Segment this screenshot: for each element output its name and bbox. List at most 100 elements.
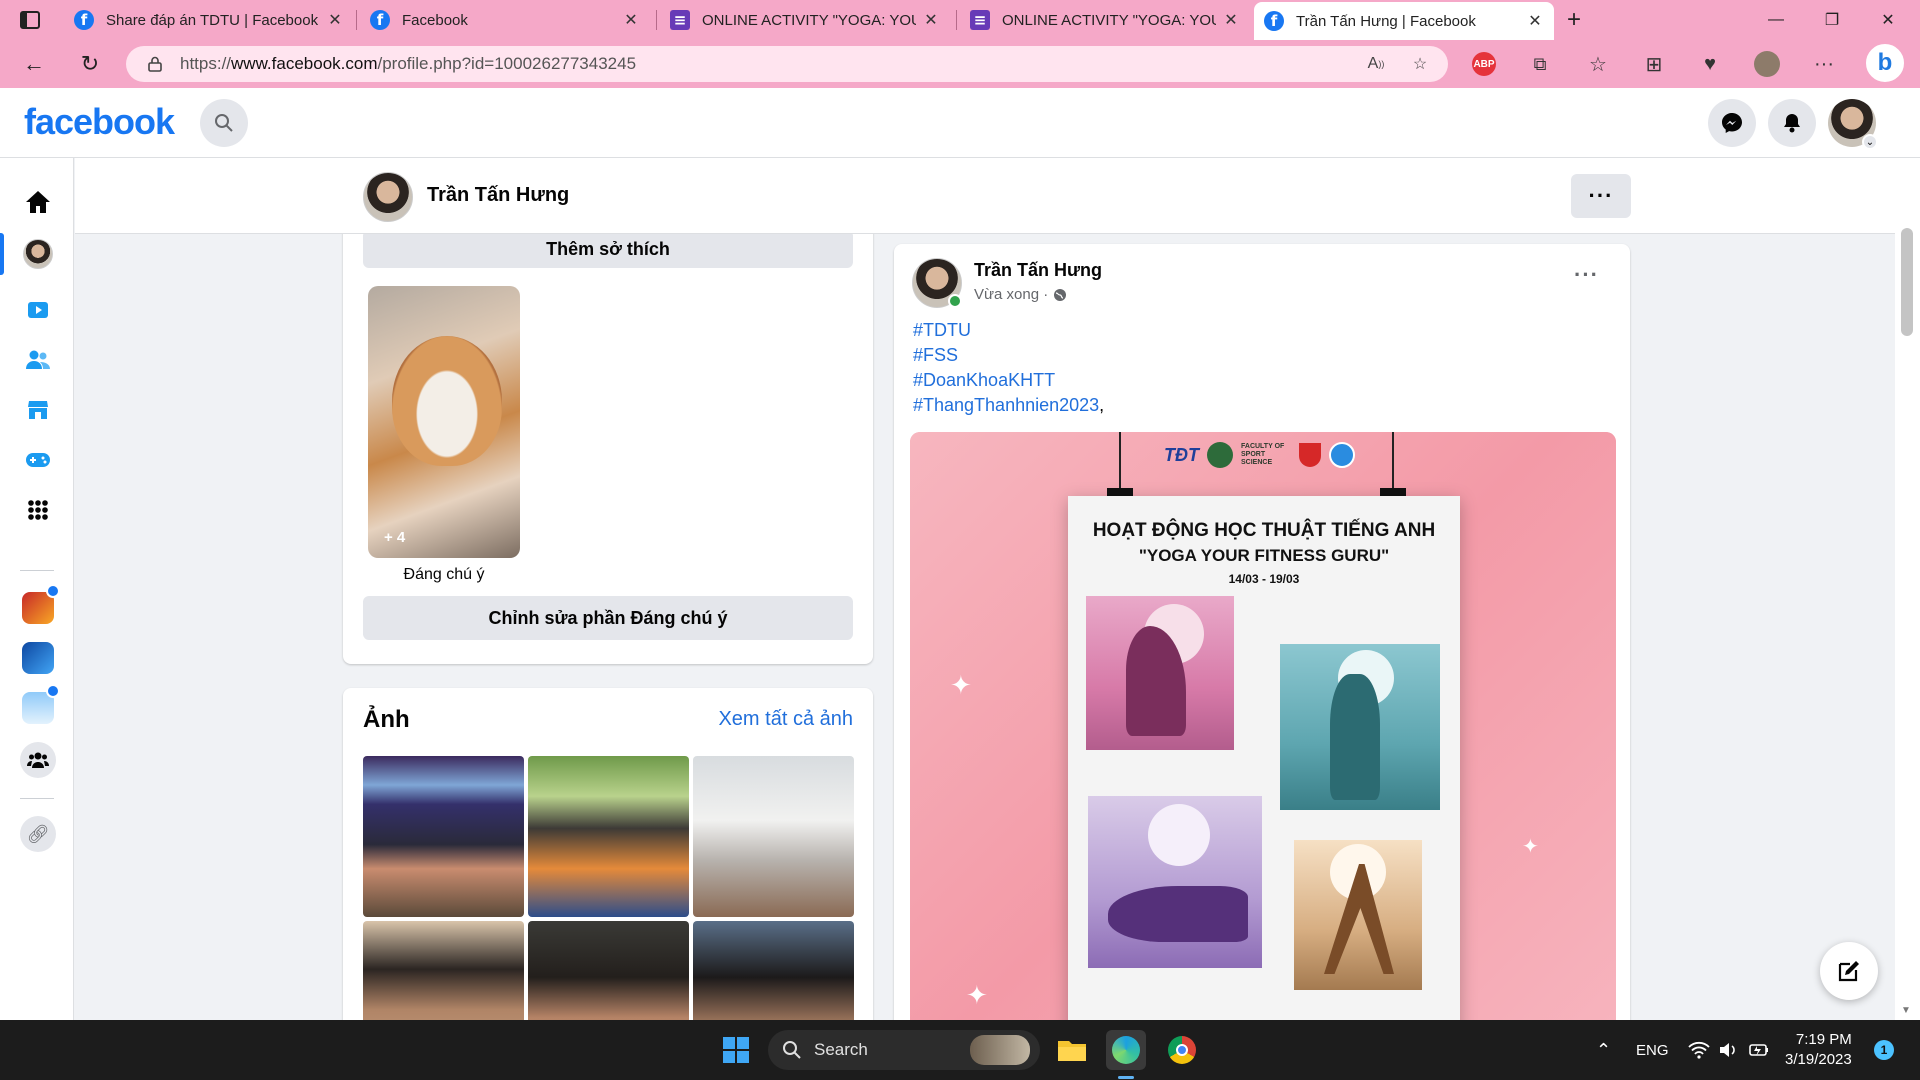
groups-icon-circle [20,742,56,778]
tab-title: ONLINE ACTIVITY "YOGA: YOUR [1002,11,1216,29]
post-author-name[interactable]: Trần Tấn Hưng [974,260,1102,281]
featured-collection-photo[interactable]: + 4 [368,286,520,558]
photo-thumbnail[interactable] [528,756,689,917]
watch-icon[interactable] [16,288,60,332]
volume-icon[interactable] [1718,1020,1738,1080]
refresh-icon[interactable]: ↻ [74,48,106,80]
search-label: Search [814,1040,868,1059]
close-tab-icon[interactable]: ✕ [622,10,640,30]
messenger-icon[interactable] [1708,99,1756,147]
profile-avatar-icon[interactable] [1754,51,1780,77]
profile-name[interactable]: Trần Tấn Hưng [427,184,569,207]
restore-icon[interactable]: ❐ [1818,6,1846,34]
online-status-dot [948,294,962,308]
close-tab-icon[interactable]: ✕ [922,10,940,30]
marketplace-icon[interactable] [16,388,60,432]
edge-logo [1112,1036,1140,1064]
extensions-icon[interactable]: ⧉ [1526,50,1554,78]
menu-grid-icon[interactable] [16,488,60,532]
avatar [23,239,53,269]
union-logo [1299,443,1321,467]
page-scrollbar[interactable]: ▼ [1895,158,1920,1020]
adblock-label: ABP [1473,58,1495,70]
forms-icon: ≡ [670,10,690,30]
notifications-icon[interactable] [1768,99,1816,147]
read-aloud-icon[interactable]: A)) [1366,54,1386,74]
favorites-icon[interactable]: ☆ [1584,50,1612,78]
browser-tab[interactable]: ≡ ONLINE ACTIVITY "YOGA: YOUR ✕ [960,4,1250,36]
profile-more-button[interactable]: ··· [1571,174,1631,218]
windows-start-icon[interactable] [716,1030,756,1070]
language-indicator[interactable]: ENG [1636,1020,1669,1080]
new-message-button[interactable] [1820,942,1878,1000]
browser-essentials-icon[interactable]: ♥ [1696,50,1724,78]
post-options-icon[interactable]: ··· [1574,262,1599,288]
new-tab-icon[interactable]: + [1560,6,1588,34]
settings-more-icon[interactable]: ··· [1810,50,1838,78]
bing-chat-icon[interactable]: b [1866,44,1904,82]
address-bar[interactable]: https://www.facebook.com/profile.php?id=… [126,46,1448,82]
tab-title: ONLINE ACTIVITY "YOGA: YOUR [702,11,916,29]
facebook-header: facebook ⌄ [0,88,1920,158]
scroll-down-arrow-icon[interactable]: ▼ [1901,1005,1911,1016]
collections-icon[interactable]: ⊞ [1640,50,1668,78]
hashtag-link[interactable]: #FSS [913,345,958,366]
hashtag-link[interactable]: #TDTU [913,320,971,341]
photo-thumbnail[interactable] [693,756,854,917]
system-clock[interactable]: 7:19 PM 3/19/2023 [1785,1030,1852,1070]
close-tab-icon[interactable]: ✕ [1222,10,1240,30]
close-tab-icon[interactable]: ✕ [326,10,344,30]
minimize-icon[interactable]: — [1762,6,1790,34]
adblock-icon[interactable]: ABP [1472,52,1496,76]
home-icon[interactable] [16,180,60,224]
friends-icon[interactable] [16,338,60,382]
poster-paper: HOẠT ĐỘNG HỌC THUẬT TIẾNG ANH "YOGA YOUR… [1068,496,1460,1020]
wifi-icon[interactable] [1688,1020,1710,1080]
chrome-browser-icon[interactable] [1162,1030,1202,1070]
gaming-icon[interactable] [16,438,60,482]
chevron-down-icon[interactable]: ⌄ [1862,134,1878,150]
left-shortcut-rail: 🔗︎ [0,158,74,1020]
groups-icon[interactable] [16,738,60,782]
yoga-illustration-purple [1088,796,1262,968]
browser-tab[interactable]: f Share đáp án TDTU | Facebook ✕ [64,4,354,36]
battery-icon[interactable] [1748,1020,1770,1080]
show-hidden-icons[interactable]: ⌃ [1596,1020,1611,1080]
close-window-icon[interactable]: ✕ [1874,6,1902,34]
browser-tab[interactable]: ≡ ONLINE ACTIVITY "YOGA: YOUR ✕ [660,4,950,36]
taskbar-search-box[interactable]: Search [768,1030,1040,1070]
post-time[interactable]: Vừa xong · [974,286,1048,303]
tab-actions-icon[interactable] [18,8,42,32]
add-favorite-icon[interactable]: ☆ [1410,54,1430,74]
windows-taskbar: Search ⌃ ENG 7:19 PM 3/19/2023 1 [0,1020,1920,1080]
scrollbar-thumb[interactable] [1901,228,1913,336]
facebook-logo[interactable]: facebook [24,101,175,143]
photo-thumbnail[interactable] [363,756,524,917]
add-hobbies-button[interactable]: Thêm sở thích [363,230,853,268]
search-icon[interactable] [200,99,248,147]
file-explorer-icon[interactable] [1052,1030,1092,1070]
close-tab-icon[interactable]: ✕ [1526,11,1544,31]
browser-tab[interactable]: f Facebook ✕ [360,4,650,36]
profile-shortcut-avatar[interactable] [16,232,60,276]
see-all-photos-link[interactable]: Xem tất cả ảnh [718,708,853,731]
post-image-poster[interactable]: TĐT FACULTY OF SPORT SCIENCE HOẠT ĐỘNG H… [910,432,1616,1020]
chrome-logo [1168,1036,1196,1064]
profile-avatar[interactable] [363,172,413,222]
back-icon[interactable]: ← [18,48,50,80]
browser-toolbar: ← ↻ https://www.facebook.com/profile.php… [0,40,1920,88]
hashtag-link[interactable]: #DoanKhoaKHTT [913,370,1055,391]
edge-browser-icon[interactable] [1106,1030,1146,1070]
tab-separator [956,10,957,30]
notification-badge[interactable]: 1 [1874,1040,1894,1060]
hashtag-link[interactable]: #ThangThanhnien2023 [913,395,1099,415]
unread-dot [46,684,60,698]
lock-icon [148,56,162,72]
group-shortcut-2[interactable] [16,636,60,680]
chrome-center [1176,1044,1188,1056]
unread-dot [46,584,60,598]
browser-tab-active[interactable]: f Trần Tấn Hưng | Facebook ✕ [1254,2,1554,40]
edit-featured-button[interactable]: Chỉnh sửa phần Đáng chú ý [363,596,853,640]
link-icon-circle: 🔗︎ [20,816,56,852]
link-icon[interactable]: 🔗︎ [16,812,60,856]
